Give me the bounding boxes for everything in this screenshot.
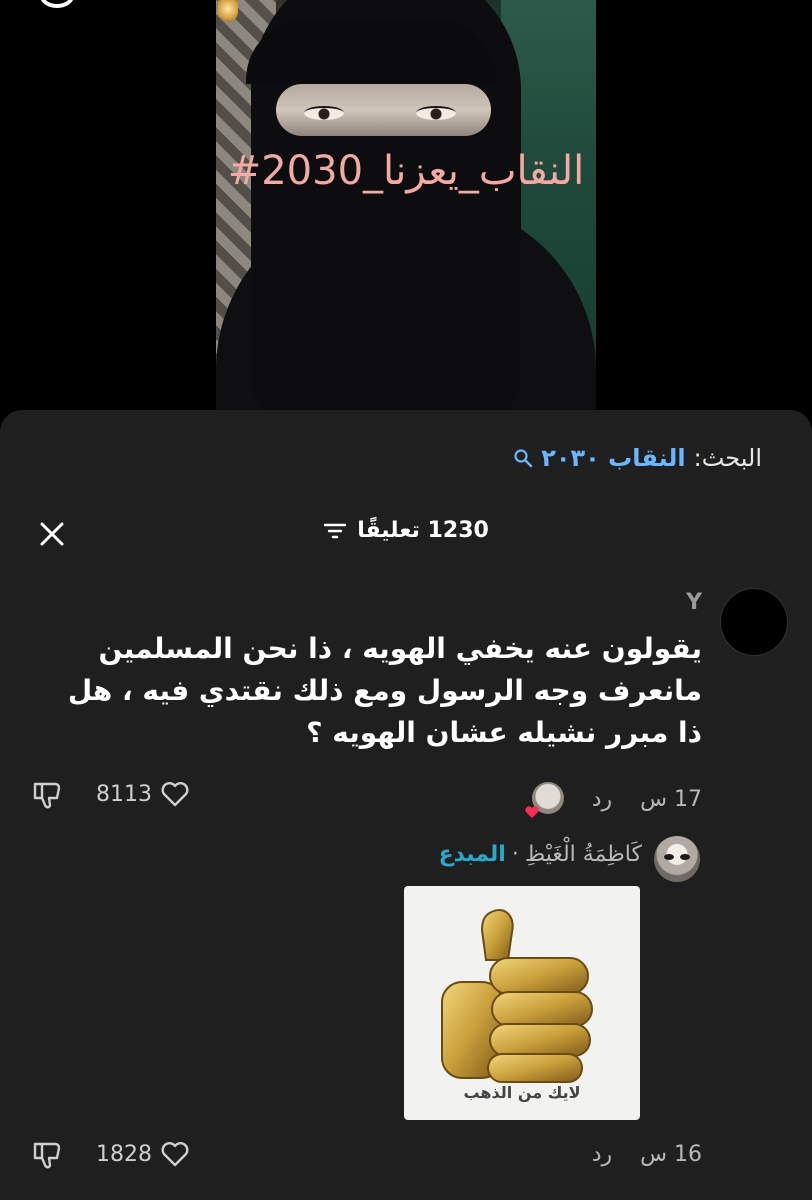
search-icon[interactable] (40, 0, 74, 8)
reply-avatar[interactable] (654, 836, 700, 882)
search-label: البحث: (693, 444, 762, 472)
reply-button[interactable]: رد (592, 1142, 612, 1167)
like-button[interactable]: 8113 (96, 780, 190, 808)
sheet-header: 1230 تعليقًا (0, 510, 812, 560)
search-suggestion[interactable]: البحث: النقاب ٢٠٣٠ (513, 444, 762, 472)
video-hashtag: #النقاب_يعزنا_2030 (227, 148, 585, 194)
avatar-eye (664, 854, 674, 860)
thumbs-up-sticker[interactable]: لايك من الذهب (404, 886, 640, 1120)
name-separator: · (511, 842, 519, 867)
dislike-icon[interactable] (30, 1138, 64, 1172)
video-player[interactable]: #النقاب_يعزنا_2030 (0, 0, 812, 410)
eye-left (304, 106, 344, 120)
reply-meta: 16 س رد (592, 1142, 702, 1167)
creator-tag: المبدع (438, 842, 506, 867)
comment-meta: 17 س رد (525, 782, 702, 818)
search-term[interactable]: النقاب ٢٠٣٠ (541, 444, 685, 472)
reply-button[interactable]: رد (592, 787, 612, 812)
eye-right (416, 106, 456, 120)
like-count: 8113 (96, 781, 152, 807)
comment-count-title[interactable]: 1230 تعليقًا (0, 518, 812, 543)
filter-icon[interactable] (323, 521, 347, 541)
search-icon (514, 449, 533, 468)
reply-username[interactable]: كَاظِمَةُ الْغَيْظِ (525, 842, 642, 867)
veil-top (246, 20, 496, 84)
like-button[interactable]: 1828 (96, 1140, 190, 1168)
comment-time: 17 س (640, 786, 702, 812)
next-comment-peek (470, 1182, 590, 1194)
heart-icon[interactable] (160, 1140, 190, 1168)
reply-time: 16 س (640, 1142, 702, 1167)
comment-username[interactable]: Y (686, 590, 702, 615)
comment-count: 1230 تعليقًا (357, 518, 489, 543)
eye-band (276, 84, 491, 136)
heart-icon[interactable] (160, 780, 190, 808)
video-frame: #النقاب_يعزنا_2030 (216, 0, 596, 410)
avatar[interactable] (720, 588, 788, 656)
like-count: 1828 (96, 1141, 152, 1167)
creator-liked-badge (525, 782, 564, 818)
dislike-icon[interactable] (30, 778, 64, 812)
reply-header: كَاظِمَةُ الْغَيْظِ · المبدع (439, 842, 642, 867)
heart-icon (525, 806, 539, 818)
comment-text: يقولون عنه يخفي الهويه ، ذا نحن المسلمين… (67, 632, 702, 749)
comments-sheet: البحث: النقاب ٢٠٣٠ 1230 تعليقًا Y يقولون… (0, 410, 812, 1200)
sticker-caption: لايك من الذهب (463, 1083, 581, 1102)
lamp (218, 0, 238, 22)
avatar-eye (680, 854, 690, 860)
